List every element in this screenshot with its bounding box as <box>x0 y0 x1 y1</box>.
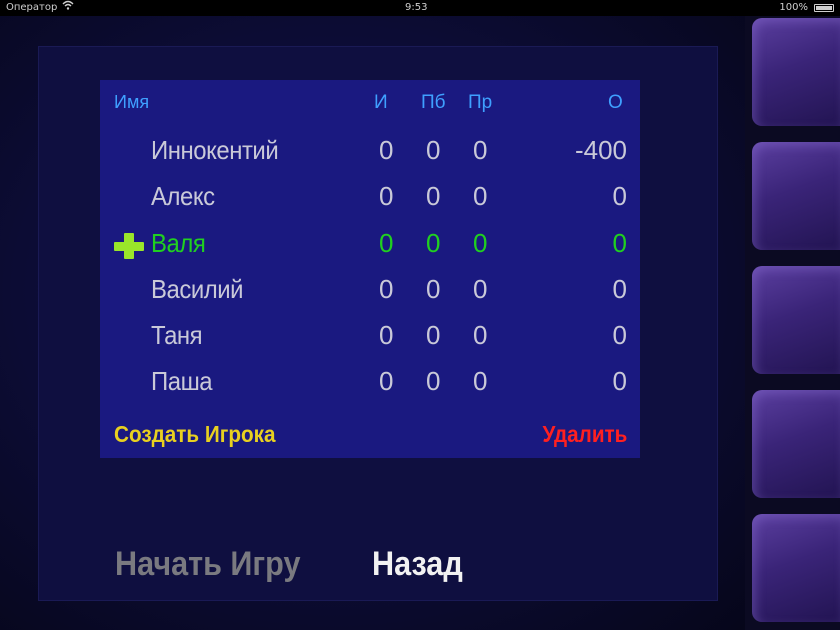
player-score: -400 <box>574 135 627 165</box>
side-tile-5 <box>752 514 840 622</box>
header-col-3: Пр <box>468 92 493 113</box>
player-name: Алекс <box>151 181 215 211</box>
player-row[interactable]: Иннокентий 0 0 0 -400 <box>100 131 640 171</box>
player-row[interactable]: Василий 0 0 0 0 <box>100 270 640 310</box>
player-name: Иннокентий <box>151 135 279 165</box>
player-stat-1: 0 <box>379 228 394 258</box>
player-stat-3: 0 <box>473 274 488 304</box>
player-row[interactable]: Алекс 0 0 0 0 <box>100 177 640 217</box>
player-score: 0 <box>612 320 627 350</box>
side-tile-4 <box>752 390 840 498</box>
status-bar: Оператор 9:53 100% <box>0 0 840 16</box>
battery-percent: 100% <box>779 2 808 13</box>
player-stat-3: 0 <box>473 320 488 350</box>
player-stat-1: 0 <box>379 274 394 304</box>
wifi-icon <box>62 0 74 16</box>
player-stat-1: 0 <box>379 181 394 211</box>
delete-player-button[interactable]: Удалить <box>542 421 627 448</box>
header-col-4: О <box>608 92 623 113</box>
player-stat-1: 0 <box>379 135 394 165</box>
player-stat-3: 0 <box>473 366 488 396</box>
player-name: Василий <box>151 274 244 304</box>
player-row[interactable]: Паша 0 0 0 0 <box>100 362 640 402</box>
player-stat-2: 0 <box>426 274 441 304</box>
player-score: 0 <box>612 181 627 211</box>
player-name: Паша <box>151 366 213 396</box>
player-stat-3: 0 <box>473 228 488 258</box>
table-header: Имя И Пб Пр О <box>100 92 640 118</box>
players-table: Имя И Пб Пр О Иннокентий 0 0 0 -400 Алек… <box>100 80 640 458</box>
player-stat-3: 0 <box>473 135 488 165</box>
header-col-2: Пб <box>421 92 446 113</box>
player-score: 0 <box>612 366 627 396</box>
battery-icon <box>814 4 834 12</box>
player-row-selected[interactable]: Валя 0 0 0 0 <box>100 224 640 264</box>
side-tile-2 <box>752 142 840 250</box>
player-stat-2: 0 <box>426 135 441 165</box>
player-stat-2: 0 <box>426 228 441 258</box>
header-name: Имя <box>114 92 150 112</box>
player-stat-1: 0 <box>379 320 394 350</box>
player-row[interactable]: Таня 0 0 0 0 <box>100 316 640 356</box>
player-stat-2: 0 <box>426 181 441 211</box>
player-stat-2: 0 <box>426 320 441 350</box>
player-score: 0 <box>612 274 627 304</box>
start-game-button[interactable]: Начать Игру <box>115 545 300 584</box>
create-player-button[interactable]: Создать Игрока <box>114 421 276 448</box>
player-name: Валя <box>151 228 206 258</box>
player-stat-2: 0 <box>426 366 441 396</box>
header-col-1: И <box>374 92 388 113</box>
player-name: Таня <box>151 320 203 350</box>
plus-icon <box>114 233 144 259</box>
side-tile-3 <box>752 266 840 374</box>
side-tile-1 <box>752 18 840 126</box>
player-stat-3: 0 <box>473 181 488 211</box>
player-score: 0 <box>612 228 627 258</box>
carrier-label: Оператор <box>6 2 58 13</box>
clock: 9:53 <box>405 2 428 13</box>
game-screen: Оператор 9:53 100% Имя И Пб Пр О Иннокен… <box>0 0 840 630</box>
player-stat-1: 0 <box>379 366 394 396</box>
back-button[interactable]: Назад <box>372 545 463 584</box>
